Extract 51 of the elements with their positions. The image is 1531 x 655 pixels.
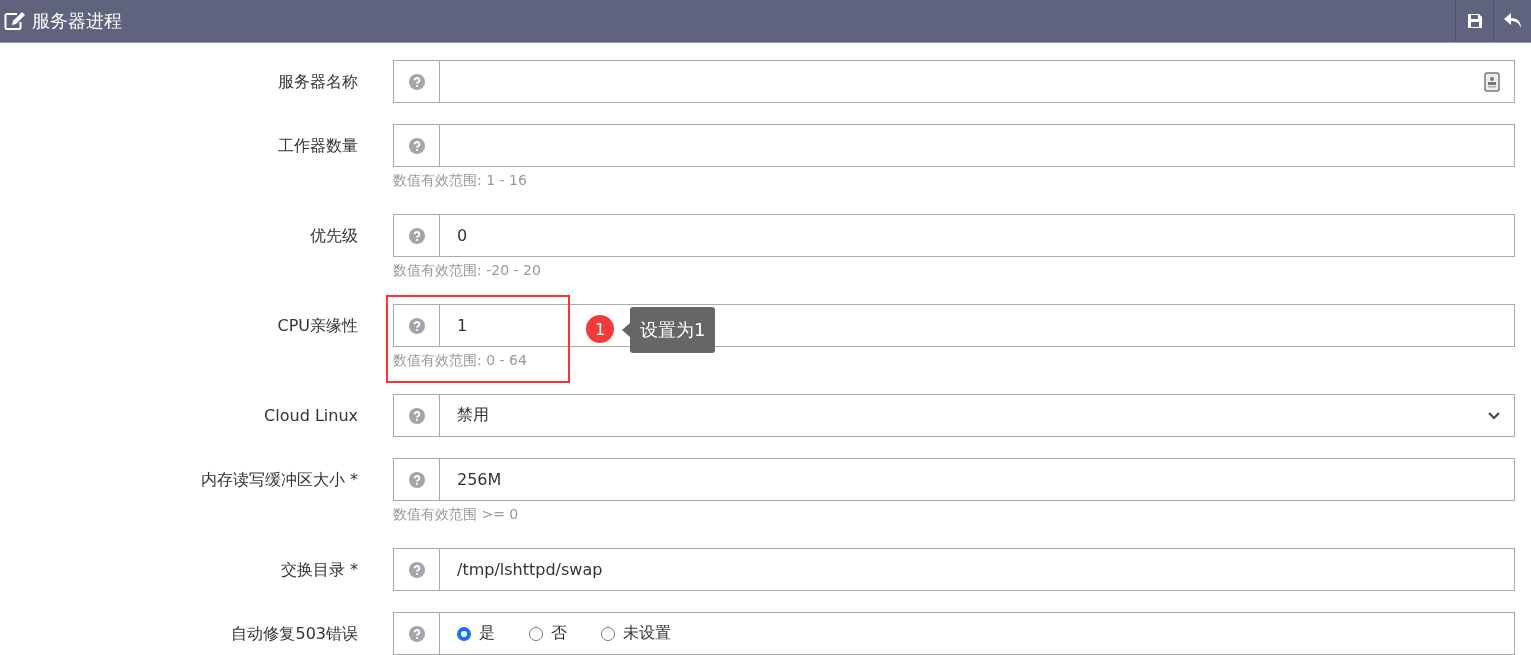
field-label: 内存读写缓冲区大小 * bbox=[199, 469, 358, 491]
undo-icon bbox=[1502, 12, 1523, 30]
help-icon[interactable] bbox=[408, 625, 425, 642]
page-title: 服务器进程 bbox=[32, 9, 122, 33]
field-hint: 数值有效范围 >= 0 bbox=[393, 505, 520, 524]
text-field[interactable]: /tmp/lshttpd/swap bbox=[440, 548, 1515, 591]
text-field[interactable]: 0 bbox=[440, 214, 1515, 257]
field-label: 优先级 bbox=[309, 225, 358, 247]
help-button[interactable] bbox=[393, 458, 440, 501]
field-hint: 数值有效范围: -20 - 20 bbox=[393, 261, 542, 280]
radio-label: 否 bbox=[551, 623, 567, 644]
field-label: 自动修复503错误 bbox=[230, 623, 358, 645]
field-label: 交换目录 * bbox=[279, 559, 358, 581]
help-button[interactable] bbox=[393, 124, 440, 167]
field-hint: 数值有效范围: 1 - 16 bbox=[393, 171, 528, 190]
help-icon[interactable] bbox=[408, 137, 425, 154]
radio-option[interactable]: 未设置 bbox=[601, 623, 671, 644]
help-icon[interactable] bbox=[408, 317, 425, 334]
help-button[interactable] bbox=[393, 612, 440, 655]
edit-icon bbox=[4, 11, 26, 31]
help-icon[interactable] bbox=[408, 407, 425, 424]
help-button[interactable] bbox=[393, 60, 440, 103]
help-icon[interactable] bbox=[408, 73, 425, 90]
help-icon[interactable] bbox=[408, 227, 425, 244]
chevron-down-icon bbox=[1488, 411, 1500, 420]
radio-label: 是 bbox=[479, 623, 495, 644]
radio-button[interactable] bbox=[601, 626, 615, 641]
text-field[interactable] bbox=[440, 60, 1515, 103]
field-hint: 数值有效范围: 0 - 64 bbox=[393, 351, 528, 370]
text-field[interactable] bbox=[440, 124, 1515, 167]
help-button[interactable] bbox=[393, 548, 440, 591]
radio-button[interactable] bbox=[457, 626, 471, 641]
field-label: 服务器名称 bbox=[277, 71, 358, 93]
save-icon bbox=[1466, 13, 1483, 29]
contact-card-icon[interactable] bbox=[1484, 71, 1500, 92]
radio-option[interactable]: 是 bbox=[457, 623, 495, 644]
radio-option[interactable]: 否 bbox=[529, 623, 567, 644]
help-button[interactable] bbox=[393, 214, 440, 257]
help-button[interactable] bbox=[393, 304, 440, 347]
radio-button[interactable] bbox=[529, 626, 543, 641]
step-badge: 1 bbox=[586, 315, 614, 343]
field-label: 工作器数量 bbox=[277, 135, 358, 157]
tooltip: 设置为1 bbox=[630, 307, 716, 353]
text-field[interactable]: 256M bbox=[440, 458, 1515, 501]
help-icon[interactable] bbox=[408, 471, 425, 488]
field-label: Cloud Linux bbox=[263, 405, 358, 427]
help-icon[interactable] bbox=[408, 561, 425, 578]
help-button[interactable] bbox=[393, 394, 440, 437]
radio-label: 未设置 bbox=[623, 623, 671, 644]
field-label: CPU亲缘性 bbox=[276, 315, 358, 337]
dropdown[interactable]: 禁用 bbox=[440, 394, 1515, 437]
